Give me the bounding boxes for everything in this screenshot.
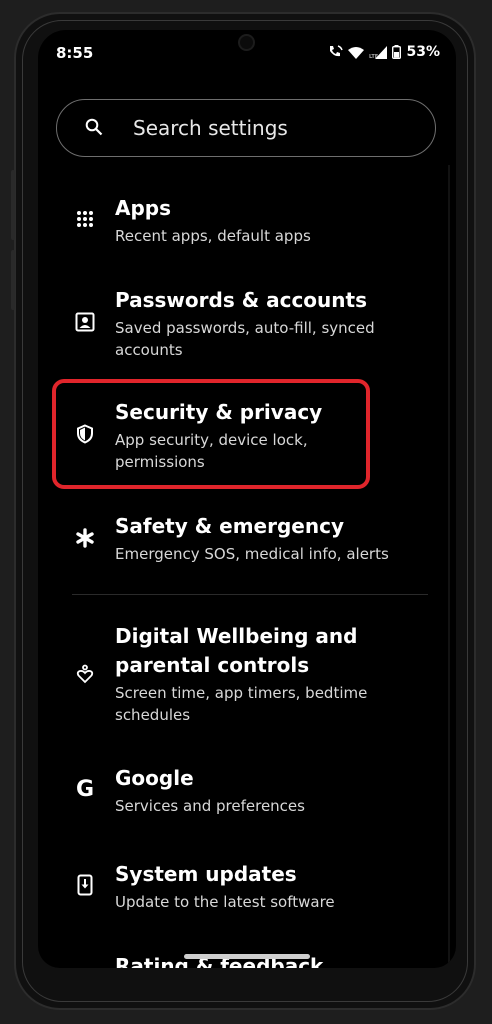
google-g-icon: G bbox=[75, 776, 95, 802]
item-subtitle-line2: schedules bbox=[115, 706, 191, 724]
settings-item-system-updates[interactable]: System updates Update to the latest soft… bbox=[38, 856, 456, 922]
status-time: 8:55 bbox=[56, 44, 94, 62]
item-title: Safety & emergency bbox=[115, 514, 344, 538]
divider bbox=[72, 594, 428, 595]
power-button bbox=[11, 250, 15, 310]
item-subtitle: Update to the latest software bbox=[115, 893, 335, 911]
settings-item-google[interactable]: G Google Services and preferences bbox=[38, 760, 456, 826]
screen: 8:55 LTE 53% Search settings Apps Recent… bbox=[38, 30, 456, 968]
wifi-calling-icon bbox=[330, 45, 344, 57]
wifi-icon bbox=[348, 46, 365, 59]
search-placeholder: Search settings bbox=[133, 116, 288, 140]
grid-icon bbox=[73, 207, 97, 231]
system-update-icon bbox=[73, 873, 97, 897]
status-bar: 8:55 LTE 53% bbox=[38, 40, 456, 70]
search-bar[interactable]: Search settings bbox=[56, 99, 436, 157]
search-icon bbox=[85, 118, 103, 136]
settings-item-apps[interactable]: Apps Recent apps, default apps bbox=[38, 190, 456, 256]
settings-item-safety-emergency[interactable]: Safety & emergency Emergency SOS, medica… bbox=[38, 508, 456, 574]
asterisk-icon bbox=[73, 526, 97, 550]
item-title-line2: parental controls bbox=[115, 653, 310, 677]
item-title-line1: Digital Wellbeing and bbox=[115, 624, 358, 648]
settings-item-passwords-accounts[interactable]: Passwords & accounts Saved passwords, au… bbox=[38, 282, 456, 372]
item-subtitle-line1: Screen time, app timers, bedtime bbox=[115, 684, 368, 702]
item-subtitle-line2: accounts bbox=[115, 341, 183, 359]
battery-percent: 53% bbox=[406, 44, 440, 60]
item-subtitle: Recent apps, default apps bbox=[115, 227, 311, 245]
wellbeing-icon bbox=[73, 662, 97, 686]
item-title: Apps bbox=[115, 196, 172, 220]
settings-item-rating-feedback[interactable]: Rating & feedback bbox=[38, 950, 456, 968]
home-indicator[interactable] bbox=[184, 954, 310, 959]
status-icons: LTE 53% bbox=[327, 44, 440, 60]
volume-button bbox=[11, 170, 15, 240]
signal-icon: LTE bbox=[369, 45, 388, 59]
item-title: System updates bbox=[115, 862, 297, 886]
battery-icon bbox=[392, 45, 402, 59]
item-title: Passwords & accounts bbox=[115, 288, 367, 312]
item-title: Google bbox=[115, 766, 194, 790]
item-subtitle-line1: Saved passwords, auto-fill, synced bbox=[115, 319, 375, 337]
highlight-box bbox=[52, 379, 370, 489]
item-subtitle: Services and preferences bbox=[115, 797, 305, 815]
settings-item-digital-wellbeing[interactable]: Digital Wellbeing and parental controls … bbox=[38, 618, 456, 730]
item-subtitle: Emergency SOS, medical info, alerts bbox=[115, 545, 389, 563]
account-box-icon bbox=[73, 310, 97, 334]
